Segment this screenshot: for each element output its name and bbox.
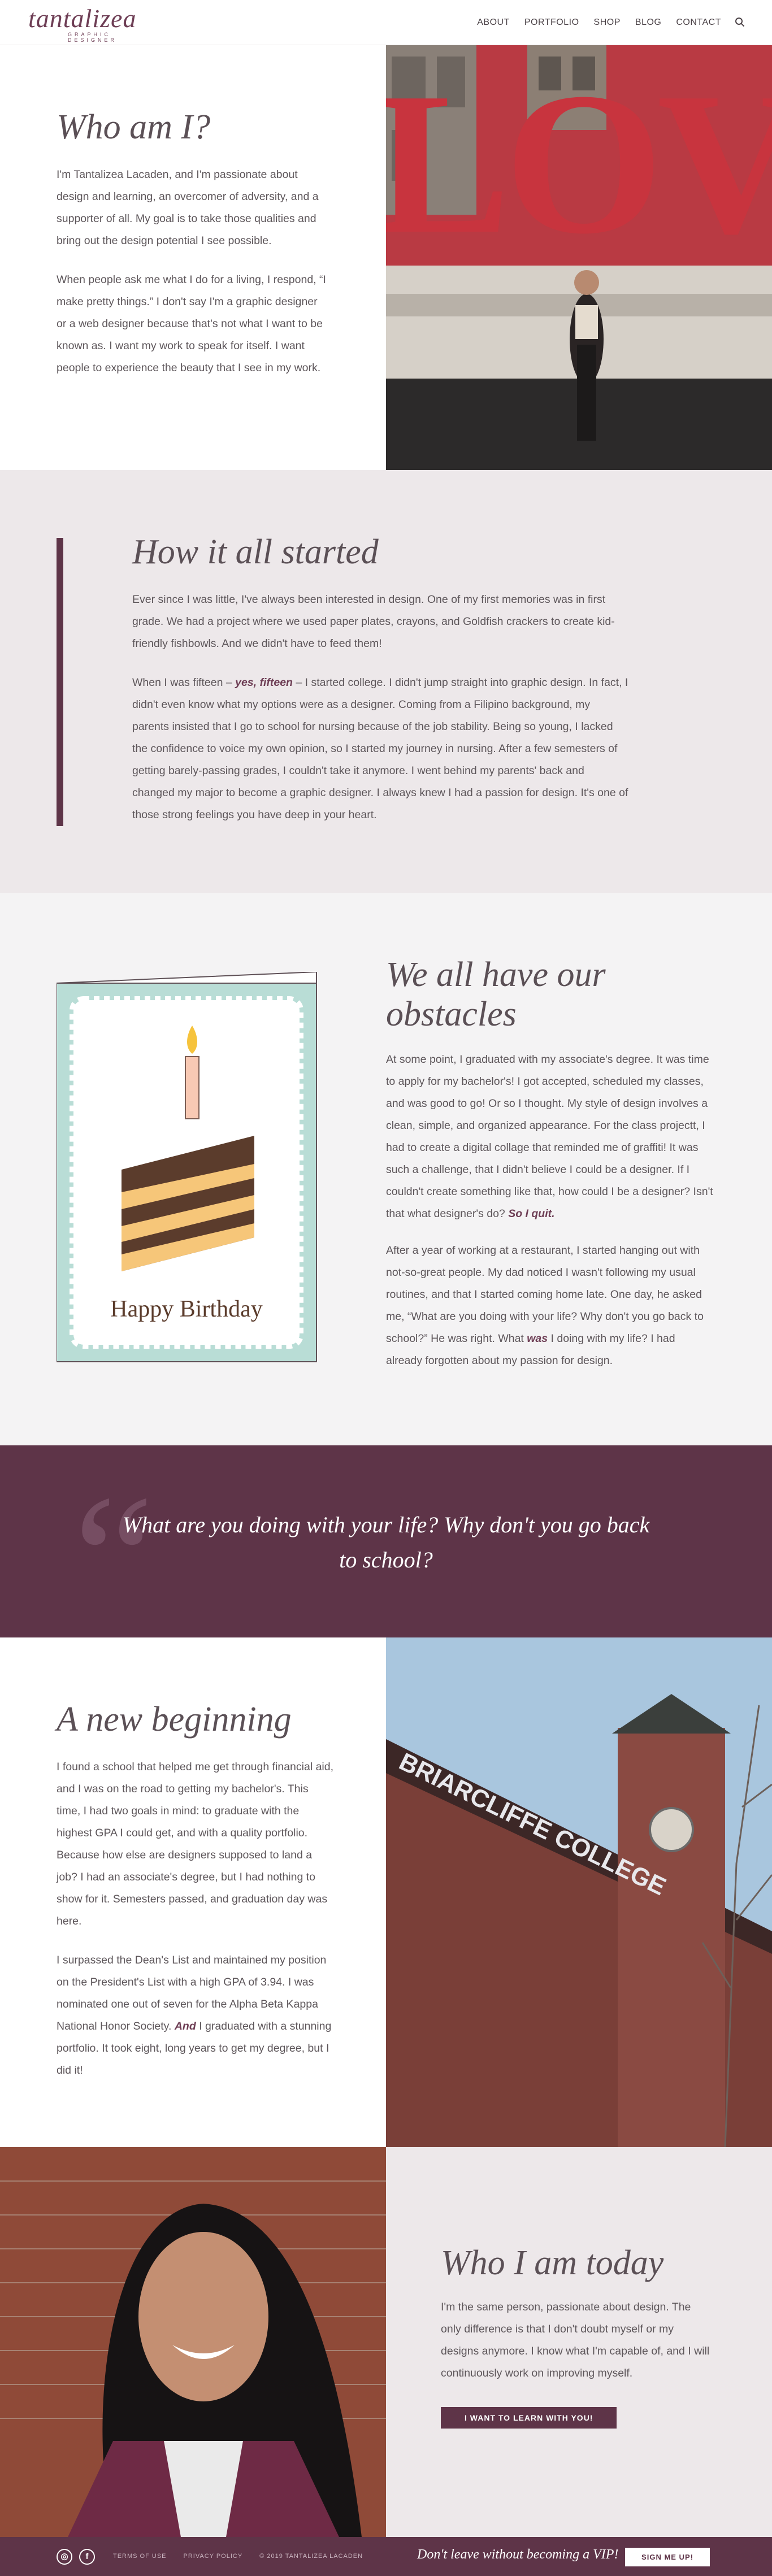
search-icon[interactable] [735,17,745,27]
vip-prompt: Don't leave without becoming a VIP! [417,2547,619,2562]
how-it-started-paragraph-2: When I was fifteen – yes, fifteen – I st… [132,672,630,826]
site-header: tantalizea GRAPHIC DESIGNER ABOUT PORTFO… [0,0,772,45]
new-beginning-heading: A new beginning [57,1700,292,1739]
privacy-link[interactable]: PRIVACY POLICY [184,2553,243,2560]
emphasis-text: And [174,2020,196,2032]
new-beginning-paragraph-1: I found a school that helped me get thro… [57,1761,334,1927]
card-greeting: Happy Birthday [110,1296,262,1322]
footer-links: TERMS OF USE PRIVACY POLICY © 2019 TANTA… [113,2553,363,2560]
nav-portfolio[interactable]: PORTFOLIO [524,18,579,28]
who-i-am-today-heading: Who I am today [441,2244,664,2282]
who-i-am-today-paragraph: I'm the same person, passionate about de… [441,2301,710,2379]
nav-contact[interactable]: CONTACT [676,18,721,28]
nav-blog[interactable]: BLOG [635,18,661,28]
accent-bar [57,538,63,826]
sign-me-up-button[interactable]: SIGN ME UP! [625,2548,710,2566]
emphasis-text: was [527,1332,548,1345]
instagram-icon[interactable]: ◎ [57,2549,72,2565]
site-footer: ◎ f TERMS OF USE PRIVACY POLICY © 2019 T… [0,2537,772,2576]
text-run: – I started college. I didn't jump strai… [132,676,628,821]
who-am-i-section: Who am I? I'm Tantalizea Lacaden, and I'… [0,45,772,470]
obstacles-paragraph-1: At some point, I graduated with my assoc… [386,1049,714,1225]
obstacles-section: Happy Birthday We all have our obstacles… [0,893,772,1445]
how-it-started-paragraph-1: Ever since I was little, I've always bee… [132,593,615,650]
logo[interactable]: tantalizea GRAPHIC DESIGNER [28,4,153,44]
nav-shop[interactable]: SHOP [594,18,621,28]
logo-wordmark: tantalizea [28,4,137,33]
obstacles-paragraph-2: After a year of working at a restaurant,… [386,1240,714,1372]
copyright-text: © 2019 TANTALIZEA LACADEN [259,2553,363,2560]
quote-section: “ What are you doing with your life? Why… [0,1445,772,1637]
college-building-photo: BRIARCLIFFE COLLEGE [386,1637,772,2147]
main-nav: ABOUT PORTFOLIO SHOP BLOG CONTACT [462,0,721,45]
who-am-i-heading: Who am I? [57,108,211,146]
terms-link[interactable]: TERMS OF USE [113,2553,167,2560]
love-sculpture-letters: LOVE [386,50,772,276]
who-am-i-paragraph-1: I'm Tantalizea Lacaden, and I'm passiona… [57,168,319,247]
new-beginning-paragraph-2: I surpassed the Dean's List and maintain… [57,1949,333,2082]
text-run: At some point, I graduated with my assoc… [386,1053,713,1220]
learn-with-you-button[interactable]: I WANT TO LEARN WITH YOU! [441,2407,617,2429]
text-run: After a year of working at a restaurant,… [386,1244,704,1345]
pull-quote: What are you doing with your life? Why d… [122,1512,650,1572]
emphasis-text: So I quit. [508,1207,555,1220]
who-am-i-paragraph-2: When people ask me what I do for a livin… [57,273,326,374]
obstacles-heading: We all have our obstacles [386,955,606,1033]
logo-tagline: GRAPHIC DESIGNER [68,32,118,43]
love-sculpture-photo: LOVE [386,45,772,470]
who-i-am-today-section: Who I am today I'm the same person, pass… [0,2147,772,2537]
nav-about[interactable]: ABOUT [477,18,510,28]
birthday-card-illustration: Happy Birthday [57,972,317,1362]
portrait-photo [0,2147,386,2537]
how-it-started-section: How it all started Ever since I was litt… [0,470,772,893]
how-it-started-heading: How it all started [132,533,379,571]
emphasis-text: yes, fifteen [235,676,293,689]
text-run: When I was fifteen – [132,676,236,689]
facebook-icon[interactable]: f [79,2549,95,2565]
new-beginning-section: A new beginning I found a school that he… [0,1637,772,2147]
